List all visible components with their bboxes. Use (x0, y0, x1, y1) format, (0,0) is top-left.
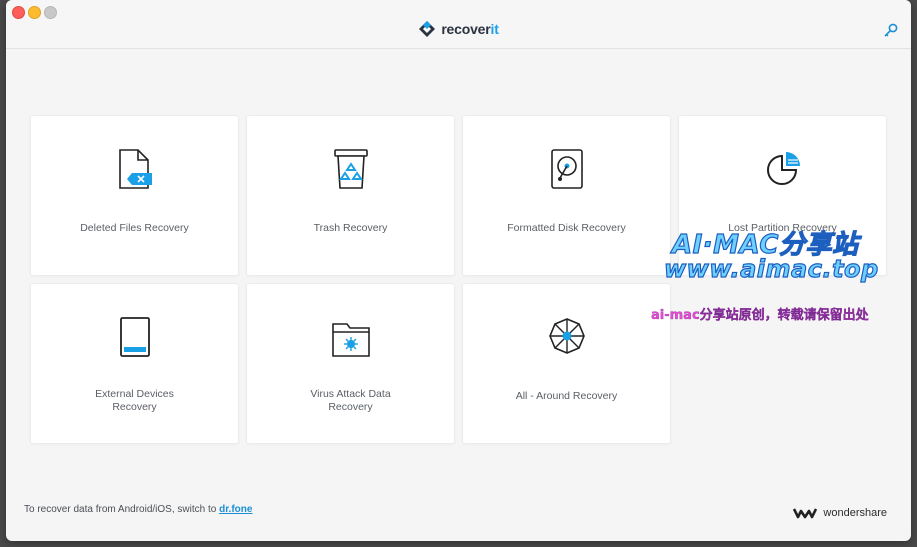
card-external-devices-recovery[interactable]: External Devices Recovery (30, 283, 239, 444)
footer-switch-hint: To recover data from Android/iOS, switch… (24, 504, 252, 515)
external-device-icon (120, 317, 150, 357)
all-around-wheel-icon (549, 318, 585, 354)
wondershare-brand: wondershare (793, 507, 887, 519)
card-label-line: Virus Attack Data (310, 388, 391, 400)
card-label: Lost Partition Recovery (728, 222, 837, 234)
partition-pie-icon (767, 152, 800, 185)
card-label: External Devices Recovery (41, 388, 228, 414)
virus-folder-icon (332, 323, 370, 357)
card-deleted-files-recovery[interactable]: Deleted Files Recovery (30, 115, 239, 276)
card-label-line: Recovery (328, 401, 373, 413)
app-window: recoverit Deleted Files Recovery Trash R… (6, 0, 911, 541)
card-label-line: External Devices (95, 388, 174, 400)
card-all-around-recovery[interactable]: All - Around Recovery (462, 283, 671, 444)
card-label: Formatted Disk Recovery (507, 222, 626, 234)
card-formatted-disk-recovery[interactable]: Formatted Disk Recovery (462, 115, 671, 276)
deleted-file-icon (119, 149, 152, 189)
recovery-options-grid: Deleted Files Recovery Trash Recovery Fo… (6, 0, 911, 541)
card-label: Virus Attack Data Recovery (257, 388, 444, 414)
card-virus-attack-data-recovery[interactable]: Virus Attack Data Recovery (246, 283, 455, 444)
card-label: Deleted Files Recovery (80, 222, 189, 234)
card-lost-partition-recovery[interactable]: Lost Partition Recovery (678, 115, 887, 276)
footer-prefix-text: To recover data from Android/iOS, switch… (24, 504, 220, 515)
drfone-link[interactable]: dr.fone (219, 504, 252, 515)
wondershare-logo-icon (793, 508, 818, 519)
card-label: All - Around Recovery (515, 390, 618, 402)
hard-disk-icon (551, 149, 583, 189)
wondershare-text: wondershare (823, 507, 887, 519)
trash-bin-icon (334, 149, 368, 189)
card-label: Trash Recovery (313, 222, 388, 234)
card-label-line: Recovery (112, 401, 157, 413)
card-trash-recovery[interactable]: Trash Recovery (246, 115, 455, 276)
